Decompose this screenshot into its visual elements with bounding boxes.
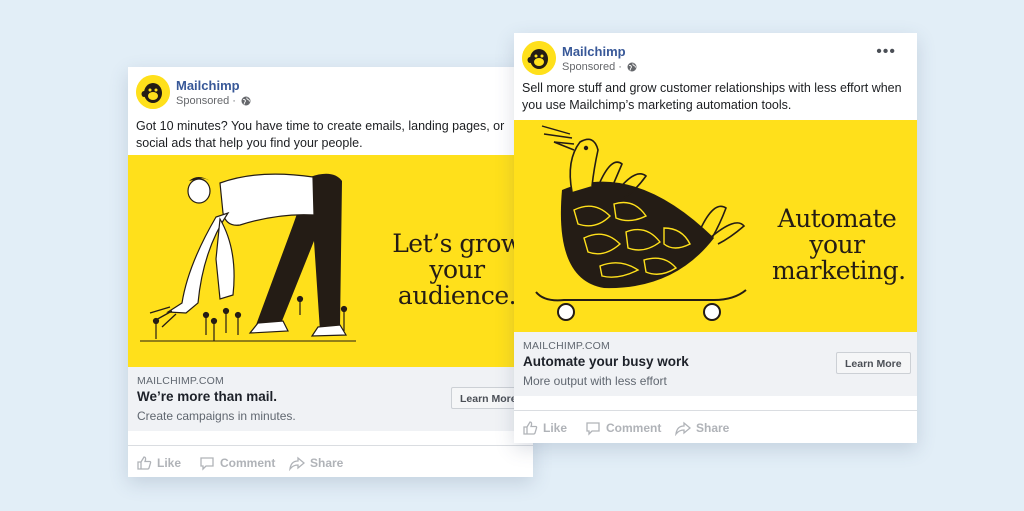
- mailchimp-logo[interactable]: [522, 41, 556, 75]
- globe-icon: [627, 62, 637, 72]
- comment-icon: [586, 422, 600, 436]
- sponsored-text: Sponsored ·: [562, 61, 622, 73]
- sponsored-label: Sponsored ·: [176, 95, 251, 107]
- bird-skateboard-illustration: [535, 125, 747, 321]
- brand-name[interactable]: Mailchimp: [562, 44, 626, 59]
- like-label: Like: [543, 421, 568, 435]
- link-preview[interactable]: MAILCHIMP.COM We’re more than mail. Crea…: [128, 367, 533, 431]
- share-label: Share: [696, 421, 730, 435]
- share-button[interactable]: Share: [289, 455, 343, 471]
- ad-card-automation: Mailchimp Sponsored · ••• Sell more stuf…: [514, 33, 917, 443]
- sponsored-label: Sponsored ·: [562, 61, 637, 73]
- link-description: Create campaigns in minutes.: [137, 409, 296, 423]
- ad-card-audience: Mailchimp Sponsored · Got 10 minutes? Yo…: [128, 67, 533, 477]
- link-description: More output with less effort: [523, 374, 667, 388]
- more-options-icon[interactable]: •••: [876, 44, 896, 60]
- action-bar: Like Comment Share: [128, 445, 533, 477]
- image-headline: Automate your marketing.: [772, 204, 906, 285]
- image-headline: Let’s grow your audience.: [392, 229, 522, 310]
- share-button[interactable]: Share: [675, 420, 729, 436]
- link-domain: MAILCHIMP.COM: [137, 375, 224, 387]
- ad-image[interactable]: Let’s grow your audience.: [128, 155, 533, 367]
- like-icon: [137, 456, 152, 470]
- comment-label: Comment: [220, 456, 276, 470]
- comment-button[interactable]: Comment: [199, 455, 275, 471]
- bending-figure-illustration: [140, 173, 356, 342]
- like-icon: [523, 421, 538, 435]
- comment-button[interactable]: Comment: [585, 420, 661, 436]
- share-label: Share: [310, 456, 344, 470]
- comment-label: Comment: [606, 421, 662, 435]
- post-header: Mailchimp Sponsored · •••: [522, 41, 902, 81]
- link-preview[interactable]: MAILCHIMP.COM Automate your busy work Mo…: [514, 332, 917, 396]
- like-button[interactable]: Like: [136, 455, 181, 471]
- comment-icon: [200, 457, 214, 471]
- learn-more-button[interactable]: Learn More: [836, 352, 911, 374]
- link-title[interactable]: We’re more than mail.: [137, 389, 277, 404]
- post-text: Sell more stuff and grow customer relati…: [522, 81, 902, 112]
- share-icon: [289, 456, 305, 471]
- like-button[interactable]: Like: [522, 420, 567, 436]
- link-title[interactable]: Automate your busy work: [523, 354, 689, 369]
- globe-icon: [241, 96, 251, 106]
- action-bar: Like Comment Share: [514, 410, 917, 443]
- share-icon: [675, 421, 691, 436]
- post-header: Mailchimp Sponsored ·: [136, 75, 516, 115]
- brand-name[interactable]: Mailchimp: [176, 78, 240, 93]
- mailchimp-logo[interactable]: [136, 75, 170, 109]
- like-label: Like: [157, 456, 182, 470]
- link-domain: MAILCHIMP.COM: [523, 340, 610, 352]
- post-text: Got 10 minutes? You have time to create …: [136, 119, 505, 150]
- sponsored-text: Sponsored ·: [176, 95, 236, 107]
- ad-image[interactable]: Automate your marketing.: [514, 120, 917, 332]
